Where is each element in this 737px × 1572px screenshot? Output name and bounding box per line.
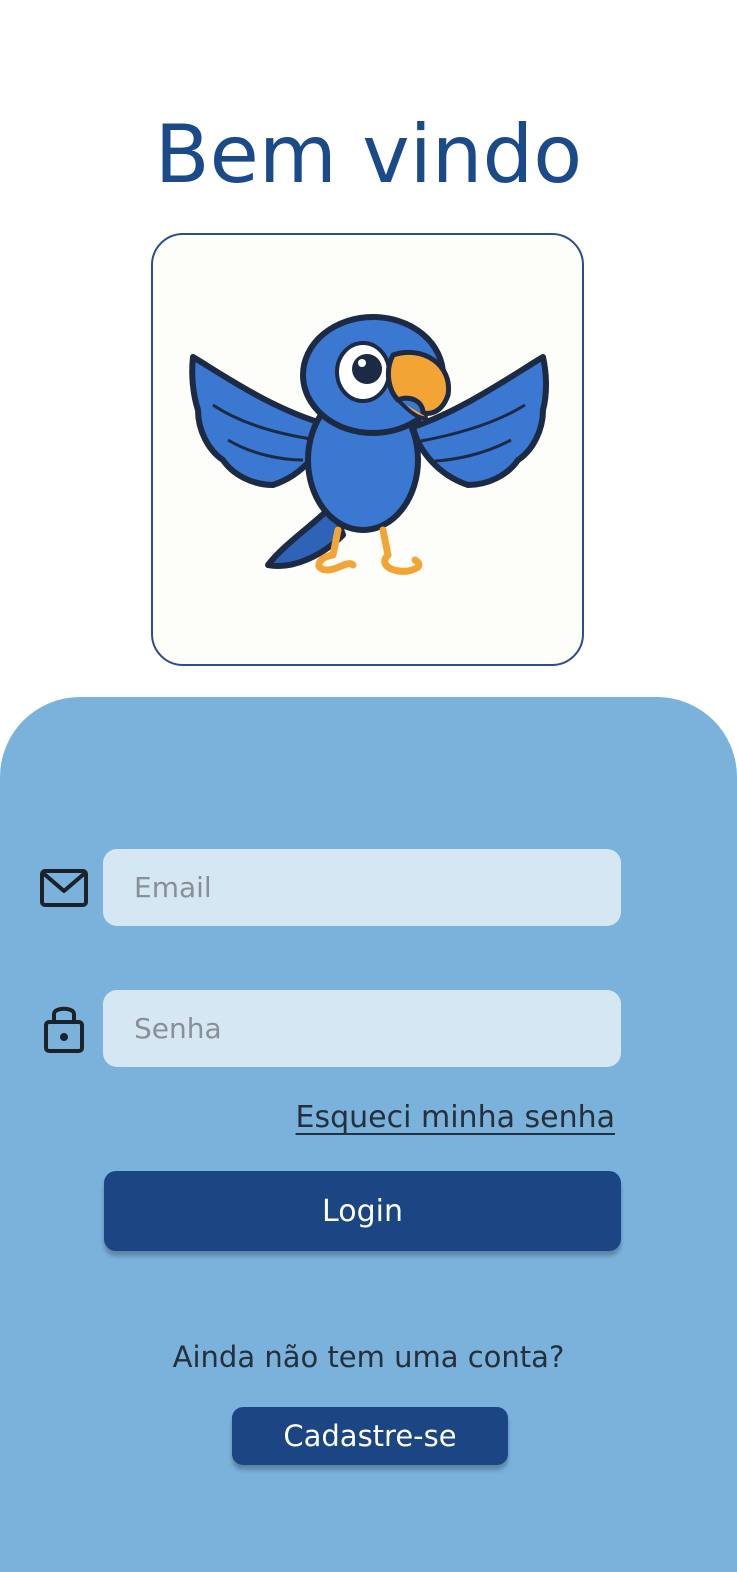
signup-button[interactable]: Cadastre-se bbox=[232, 1407, 508, 1465]
mail-icon bbox=[36, 861, 92, 917]
logo-card bbox=[151, 233, 584, 666]
page-title: Bem vindo bbox=[154, 108, 583, 201]
password-field[interactable] bbox=[103, 990, 621, 1067]
login-button[interactable]: Login bbox=[104, 1171, 621, 1251]
lock-icon bbox=[36, 1000, 92, 1056]
forgot-password-link[interactable]: Esqueci minha senha bbox=[296, 1100, 615, 1135]
parrot-logo-icon bbox=[189, 314, 549, 575]
login-screen: Bem vindo Email Esqueci minha senha Logi… bbox=[0, 0, 737, 1572]
signup-prompt: Ainda não tem uma conta? bbox=[172, 1340, 565, 1374]
email-field[interactable] bbox=[103, 849, 621, 926]
